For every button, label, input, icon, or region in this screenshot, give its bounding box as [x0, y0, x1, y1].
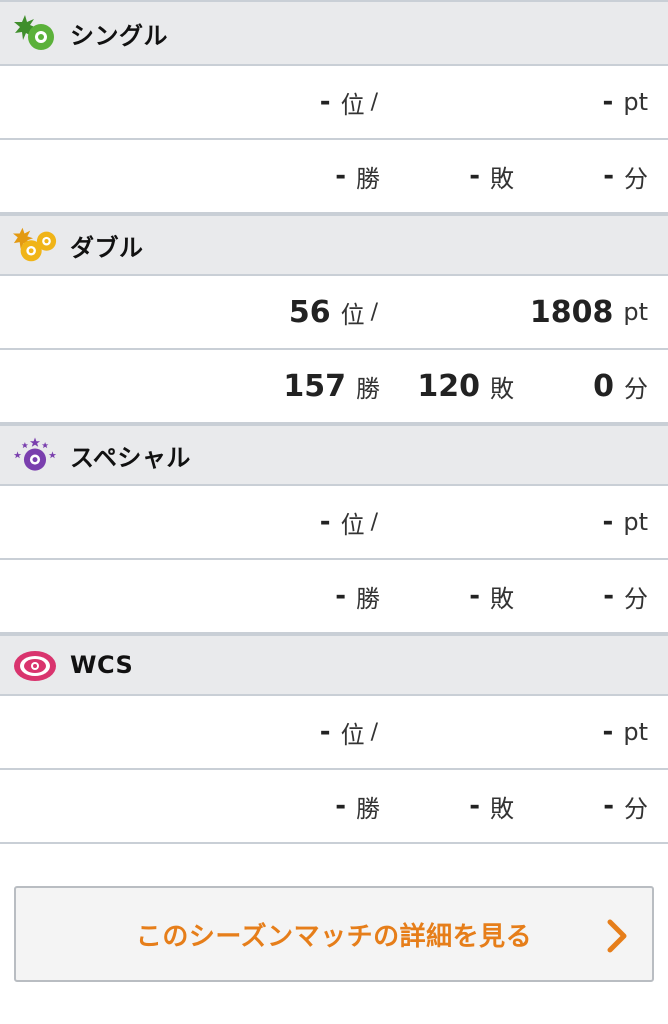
losses-value: -敗 [469, 581, 514, 613]
section-header-wcs: WCS [0, 634, 668, 696]
points-value: - pt [602, 717, 648, 747]
section-special: スペシャル - 位 / - pt -勝 -敗 -分 [0, 424, 668, 634]
record-row: 157 勝 120 敗 0分 [0, 350, 668, 424]
special-battle-icon [12, 435, 58, 475]
section-wcs: WCS - 位 / - pt -勝 -敗 -分 [0, 634, 668, 844]
rank-row: - 位 / - pt [0, 696, 668, 770]
detail-button-label: このシーズンマッチの詳細を見る [135, 921, 533, 952]
draws-value: -分 [603, 161, 648, 193]
rank-value: - 位 / [319, 87, 378, 119]
record-row: -勝 -敗 -分 [0, 770, 668, 844]
record-row: -勝 -敗 -分 [0, 140, 668, 214]
rank-value: - 位 / [319, 507, 378, 539]
losses-value: -敗 [469, 791, 514, 823]
wins-value: 157 勝 [283, 368, 380, 404]
wins-value: -勝 [335, 791, 380, 823]
wins-value: -勝 [335, 581, 380, 613]
season-match-detail-button[interactable]: このシーズンマッチの詳細を見る [14, 886, 654, 982]
single-battle-icon [12, 13, 58, 53]
wcs-icon [12, 645, 58, 685]
double-battle-icon [12, 225, 58, 265]
section-header-special: スペシャル [0, 424, 668, 486]
section-title: スペシャル [70, 443, 191, 472]
rank-value: 56 位 / [288, 294, 378, 330]
rank-row: 56 位/ 1808 pt [0, 276, 668, 350]
points-value: - pt [602, 87, 648, 117]
section-header-double: ダブル [0, 214, 668, 276]
rank-row: - 位 / - pt [0, 66, 668, 140]
section-title: WCS [70, 651, 134, 679]
draws-value: 0分 [593, 368, 648, 404]
points-value: 1808 pt [529, 294, 648, 330]
chevron-right-icon [607, 919, 627, 953]
losses-value: -敗 [469, 161, 514, 193]
section-double: ダブル 56 位/ 1808 pt 157 勝 120 敗 0分 [0, 214, 668, 424]
section-header-single: シングル [0, 0, 668, 66]
section-title: シングル [70, 21, 168, 50]
rank-value: - 位 / [319, 717, 378, 749]
record-row: -勝 -敗 -分 [0, 560, 668, 634]
losses-value: 120 敗 [417, 368, 514, 404]
points-value: - pt [602, 507, 648, 537]
section-single: シングル - 位 / - pt -勝 -敗 -分 [0, 0, 668, 214]
draws-value: -分 [603, 791, 648, 823]
rank-row: - 位 / - pt [0, 486, 668, 560]
draws-value: -分 [603, 581, 648, 613]
wins-value: -勝 [335, 161, 380, 193]
section-title: ダブル [70, 233, 144, 262]
